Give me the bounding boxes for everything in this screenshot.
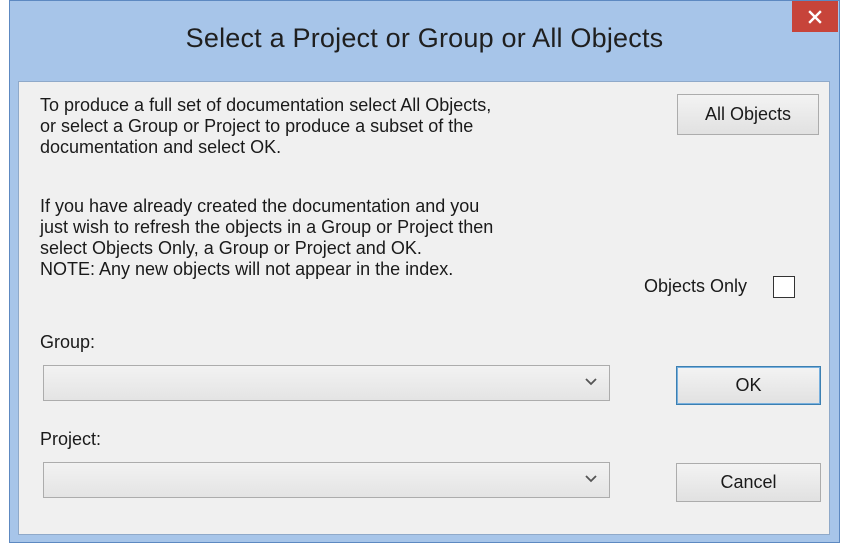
dialog-title: Select a Project or Group or All Objects [185, 23, 664, 53]
title-bar[interactable]: Select a Project or Group or All Objects [10, 1, 839, 81]
objects-only-checkbox[interactable] [773, 276, 795, 298]
all-objects-button[interactable]: All Objects [677, 94, 819, 135]
group-label: Group: [40, 332, 96, 352]
cancel-button[interactable]: Cancel [676, 463, 821, 502]
project-label: Project: [40, 429, 102, 449]
dialog-content: To produce a full set of documentation s… [18, 81, 830, 535]
chevron-down-icon [585, 378, 597, 386]
instructions-paragraph: To produce a full set of documentation s… [40, 95, 492, 157]
close-button[interactable] [792, 1, 838, 32]
chevron-down-icon [585, 475, 597, 483]
dialog-window: Select a Project or Group or All Objects… [9, 0, 840, 543]
project-dropdown[interactable] [43, 462, 610, 498]
ok-button[interactable]: OK [676, 366, 821, 405]
objects-only-label: Objects Only [644, 276, 748, 296]
group-dropdown[interactable] [43, 365, 610, 401]
close-icon [808, 9, 822, 24]
refresh-note-paragraph: If you have already created the document… [40, 196, 494, 279]
